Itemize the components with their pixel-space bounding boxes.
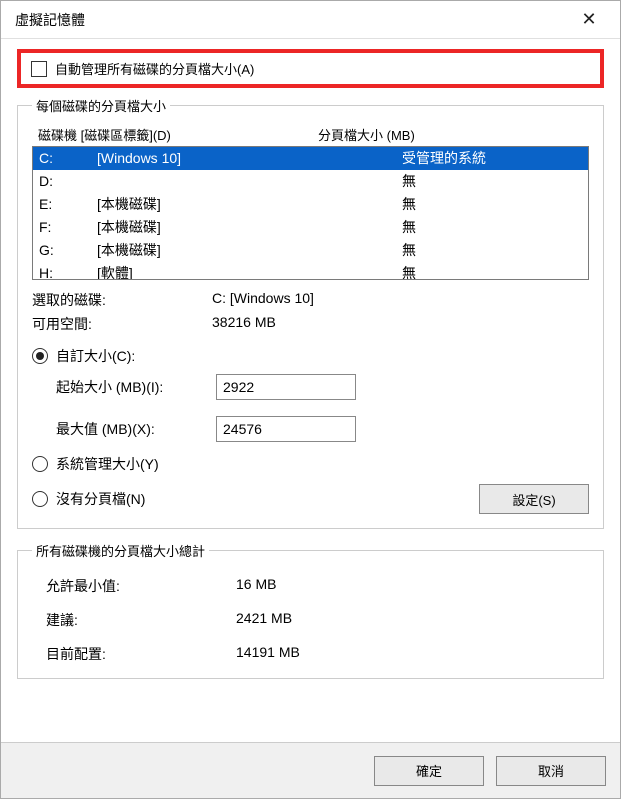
virtual-memory-dialog: 虛擬記憶體 ✕ 自動管理所有磁碟的分頁檔大小(A) 每個磁碟的分頁檔大小 磁碟機…	[0, 0, 621, 799]
header-size: 分頁檔大小 (MB)	[318, 125, 583, 144]
drive-row[interactable]: D: 無	[33, 170, 588, 193]
no-paging-row: 沒有分頁檔(N) 設定(S)	[32, 484, 589, 514]
drive-row[interactable]: C:[Windows 10]受管理的系統	[33, 147, 588, 170]
system-managed-label: 系統管理大小(Y)	[56, 454, 159, 474]
set-button-label: 設定(S)	[512, 490, 555, 509]
auto-manage-row[interactable]: 自動管理所有磁碟的分頁檔大小(A)	[17, 49, 604, 88]
per-drive-group: 每個磁碟的分頁檔大小 磁碟機 [磁碟區標籤](D) 分頁檔大小 (MB) C:[…	[17, 96, 604, 529]
rec-label: 建議:	[46, 610, 236, 630]
rec-value: 2421 MB	[236, 610, 589, 630]
window-title: 虛擬記憶體	[15, 10, 566, 30]
drive-letter: F:	[39, 217, 97, 238]
drive-size: 無	[402, 263, 582, 280]
titlebar: 虛擬記憶體 ✕	[1, 1, 620, 39]
cancel-button[interactable]: 取消	[496, 756, 606, 786]
totals-group: 所有磁碟機的分頁檔大小總計 允許最小值: 16 MB 建議: 2421 MB 目…	[17, 541, 604, 679]
drive-list-header: 磁碟機 [磁碟區標籤](D) 分頁檔大小 (MB)	[32, 123, 589, 146]
no-paging-label: 沒有分頁檔(N)	[56, 489, 145, 509]
max-size-label: 最大值 (MB)(X):	[56, 419, 216, 439]
drive-letter: C:	[39, 148, 97, 169]
auto-manage-checkbox[interactable]	[31, 61, 47, 77]
free-space-label: 可用空間:	[32, 314, 212, 334]
drive-size: 無	[402, 217, 582, 238]
dialog-footer: 確定 取消	[1, 742, 620, 798]
system-managed-radio-row[interactable]: 系統管理大小(Y)	[32, 454, 589, 474]
custom-size-radio[interactable]	[32, 348, 48, 364]
drive-letter: G:	[39, 240, 97, 261]
drive-row[interactable]: F:[本機磁碟]無	[33, 216, 588, 239]
drive-label: [Windows 10]	[97, 148, 402, 169]
min-value: 16 MB	[236, 576, 589, 596]
drive-size: 無	[402, 240, 582, 261]
cancel-button-label: 取消	[538, 761, 564, 780]
drive-row[interactable]: G:[本機磁碟]無	[33, 239, 588, 262]
drive-row[interactable]: H:[軟體]無	[33, 262, 588, 280]
system-managed-radio[interactable]	[32, 456, 48, 472]
free-space-value: 38216 MB	[212, 314, 589, 334]
drive-size: 受管理的系統	[402, 148, 582, 169]
ok-button[interactable]: 確定	[374, 756, 484, 786]
no-paging-radio-row[interactable]: 沒有分頁檔(N)	[32, 489, 145, 509]
drive-size: 無	[402, 171, 582, 192]
drive-letter: H:	[39, 263, 97, 280]
custom-size-radio-row[interactable]: 自訂大小(C):	[32, 346, 589, 366]
initial-size-label: 起始大小 (MB)(I):	[56, 377, 216, 397]
drive-label: [本機磁碟]	[97, 217, 402, 238]
selected-drive-label: 選取的磁碟:	[32, 290, 212, 310]
initial-size-input[interactable]	[216, 374, 356, 400]
max-size-input[interactable]	[216, 416, 356, 442]
max-size-row: 最大值 (MB)(X):	[32, 416, 589, 442]
selected-drive-value: C: [Windows 10]	[212, 290, 589, 310]
drive-label: [本機磁碟]	[97, 194, 402, 215]
cur-label: 目前配置:	[46, 644, 236, 664]
close-icon: ✕	[581, 9, 596, 30]
content-area: 自動管理所有磁碟的分頁檔大小(A) 每個磁碟的分頁檔大小 磁碟機 [磁碟區標籤]…	[1, 39, 620, 742]
ok-button-label: 確定	[416, 761, 442, 780]
drive-label: [本機磁碟]	[97, 240, 402, 261]
totals-legend: 所有磁碟機的分頁檔大小總計	[32, 541, 209, 560]
drive-label: [軟體]	[97, 263, 402, 280]
drive-letter: D:	[39, 171, 97, 192]
close-button[interactable]: ✕	[566, 5, 612, 35]
no-paging-radio[interactable]	[32, 491, 48, 507]
custom-size-label: 自訂大小(C):	[56, 346, 135, 366]
drive-list[interactable]: C:[Windows 10]受管理的系統D:無E:[本機磁碟]無F:[本機磁碟]…	[32, 146, 589, 280]
totals-grid: 允許最小值: 16 MB 建議: 2421 MB 目前配置: 14191 MB	[32, 576, 589, 664]
cur-value: 14191 MB	[236, 644, 589, 664]
set-button[interactable]: 設定(S)	[479, 484, 589, 514]
initial-size-row: 起始大小 (MB)(I):	[32, 374, 589, 400]
header-drive: 磁碟機 [磁碟區標籤](D)	[38, 125, 318, 144]
drive-label	[97, 171, 402, 192]
drive-letter: E:	[39, 194, 97, 215]
drive-size: 無	[402, 194, 582, 215]
auto-manage-label: 自動管理所有磁碟的分頁檔大小(A)	[55, 59, 254, 78]
per-drive-legend: 每個磁碟的分頁檔大小	[32, 96, 170, 115]
drive-row[interactable]: E:[本機磁碟]無	[33, 193, 588, 216]
drive-info: 選取的磁碟: C: [Windows 10] 可用空間: 38216 MB	[32, 290, 589, 334]
min-label: 允許最小值:	[46, 576, 236, 596]
